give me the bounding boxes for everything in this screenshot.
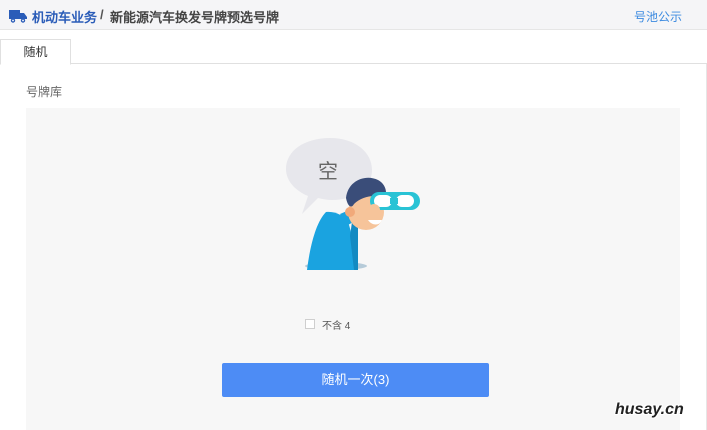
exclude-four-checkbox[interactable] [305,319,315,329]
top-bar: 机动车业务 / 新能源汽车换发号牌预选号牌 号池公示 [0,0,707,30]
pool-announcement-link[interactable]: 号池公示 [634,8,682,25]
watermark-logo: husay.cn [615,401,684,418]
random-once-button[interactable]: 随机一次(3) [222,363,489,397]
breadcrumb-separator: / [100,7,104,22]
tab-random[interactable]: 随机 [0,39,71,65]
empty-text: 空 [318,160,338,183]
exclude-four-label: 不含 4 [322,320,351,332]
empty-state-illustration: 空 [286,138,420,270]
breadcrumb-main[interactable]: 机动车业务 [32,7,97,26]
truck-icon [9,10,27,23]
section-label: 号牌库 [26,85,63,99]
exclude-four-option[interactable]: 不含 4 [305,318,351,332]
page-title: 新能源汽车换发号牌预选号牌 [110,10,280,25]
tab-bar: 随机 [0,30,707,65]
